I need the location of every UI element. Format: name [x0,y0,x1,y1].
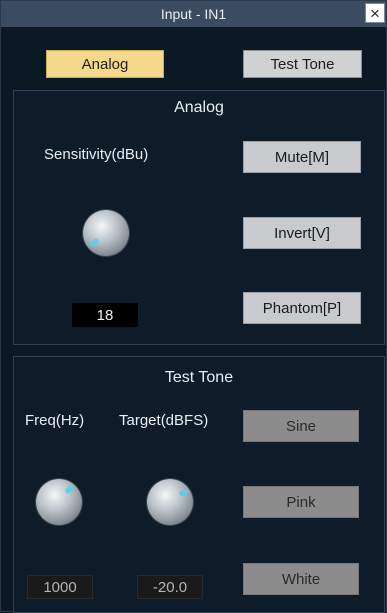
pink-button[interactable]: Pink [243,486,359,518]
analog-panel-title: Analog [174,99,224,116]
freq-knob[interactable] [36,479,82,525]
analog-panel: Analog Sensitivity(dBu) Mute[M] Invert[V… [13,90,385,345]
test-tone-panel-title: Test Tone [164,369,234,386]
invert-button[interactable]: Invert[V] [243,217,361,249]
phantom-button[interactable]: Phantom[P] [243,292,361,324]
mute-button[interactable]: Mute[M] [243,141,361,173]
test-tone-mode-button[interactable]: Test Tone [243,50,362,78]
freq-value[interactable]: 1000 [27,575,93,599]
analog-mode-button[interactable]: Analog [46,50,164,78]
knob-indicator-icon [89,237,100,248]
input-dialog: Input - IN1 × Analog Test Tone Analog Se… [0,0,387,613]
target-value[interactable]: -20.0 [137,575,203,599]
close-icon[interactable]: × [365,3,385,23]
target-knob[interactable] [147,479,193,525]
title-bar: Input - IN1 [1,1,386,27]
freq-label: Freq(Hz) [25,412,85,429]
window-title: Input - IN1 [160,6,227,22]
knob-indicator-icon [64,484,75,495]
sensitivity-knob[interactable] [83,210,129,256]
test-tone-panel: Test Tone Freq(Hz) Target(dBFS) Sine Pin… [13,356,385,613]
sensitivity-value[interactable]: 18 [72,303,138,327]
white-button[interactable]: White [243,563,359,595]
knob-indicator-icon [178,488,189,497]
sensitivity-label: Sensitivity(dBu) [44,146,149,163]
sine-button[interactable]: Sine [243,410,359,442]
target-label: Target(dBFS) [119,412,209,429]
